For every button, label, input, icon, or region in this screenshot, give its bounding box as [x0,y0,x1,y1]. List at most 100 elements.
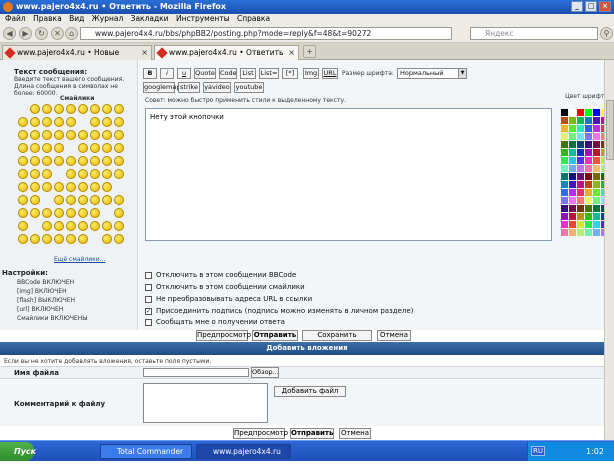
smiley-icon[interactable] [90,182,100,192]
smiley-icon[interactable] [42,143,52,153]
color-swatch[interactable] [585,165,592,172]
smiley-icon[interactable] [90,130,100,140]
color-swatch[interactable] [577,229,584,236]
color-swatch[interactable] [569,125,576,132]
smiley-icon[interactable] [114,143,124,153]
smiley-icon[interactable] [54,221,64,231]
cancel-button-2[interactable]: Отмена [339,428,371,439]
color-swatch[interactable] [569,141,576,148]
maximize-button[interactable]: □ [585,1,597,12]
list-ordered-button[interactable]: List= [259,68,279,79]
fontsize-select[interactable]: Нормальный ▼ [397,68,467,79]
back-icon[interactable]: ◀ [3,27,16,40]
smiley-icon[interactable] [54,208,64,218]
cancel-button[interactable]: Отмена [377,330,411,341]
color-swatch[interactable] [569,197,576,204]
smiley-icon[interactable] [30,143,40,153]
scrollbar-thumb[interactable] [606,100,614,160]
smiley-icon[interactable] [102,169,112,179]
color-swatch[interactable] [585,213,592,220]
smiley-icon[interactable] [114,169,124,179]
color-swatch[interactable] [577,173,584,180]
smiley-icon[interactable] [66,208,76,218]
color-swatch[interactable] [577,197,584,204]
smiley-icon[interactable] [90,143,100,153]
smiley-icon[interactable] [78,104,88,114]
smiley-icon[interactable] [66,130,76,140]
smiley-icon[interactable] [90,195,100,205]
color-swatch[interactable] [577,133,584,140]
color-swatch[interactable] [569,149,576,156]
color-swatch[interactable] [569,165,576,172]
color-swatch[interactable] [577,141,584,148]
color-swatch[interactable] [585,189,592,196]
preview-button-2[interactable]: Предпросмотр [233,428,288,439]
smiley-icon[interactable] [114,156,124,166]
smiley-icon[interactable] [66,169,76,179]
color-swatch[interactable] [569,157,576,164]
color-swatch[interactable] [561,117,568,124]
color-swatch[interactable] [593,125,600,132]
start-button[interactable]: Пуск [0,442,36,461]
smiley-icon[interactable] [42,130,52,140]
new-tab-icon[interactable]: + [303,45,316,58]
add-file-button[interactable]: Добавить файл [274,386,346,397]
smiley-icon[interactable] [30,208,40,218]
color-swatch[interactable] [585,181,592,188]
tab-close-icon[interactable]: × [288,46,295,59]
smiley-icon[interactable] [78,182,88,192]
smiley-icon[interactable] [114,221,124,231]
smiley-icon[interactable] [18,117,28,127]
color-swatch[interactable] [585,197,592,204]
color-swatch[interactable] [577,213,584,220]
preview-button[interactable]: Предпросмотр [196,330,251,341]
color-swatch[interactable] [593,221,600,228]
menu-help[interactable]: Справка [237,14,270,24]
smiley-icon[interactable] [90,104,100,114]
smiley-icon[interactable] [114,117,124,127]
smiley-icon[interactable] [18,130,28,140]
smiley-icon[interactable] [90,169,100,179]
smiley-icon[interactable] [54,195,64,205]
smiley-icon[interactable] [42,156,52,166]
smiley-icon[interactable] [30,104,40,114]
smiley-icon[interactable] [30,156,40,166]
color-swatch[interactable] [569,109,576,116]
smiley-icon[interactable] [18,156,28,166]
smiley-icon[interactable] [102,195,112,205]
color-swatch[interactable] [585,221,592,228]
list-item-button[interactable]: [*] [282,68,298,79]
color-swatch[interactable] [593,229,600,236]
smiley-icon[interactable] [78,156,88,166]
color-swatch[interactable] [561,157,568,164]
smiley-icon[interactable] [42,234,52,244]
color-swatch[interactable] [569,133,576,140]
img-button[interactable]: Img [303,68,319,79]
browse-button[interactable]: Обзор... [251,367,279,378]
color-swatch[interactable] [569,181,576,188]
smiley-icon[interactable] [114,130,124,140]
color-swatch[interactable] [577,189,584,196]
color-swatch[interactable] [577,109,584,116]
color-swatch[interactable] [577,125,584,132]
color-swatch[interactable] [569,213,576,220]
color-swatch[interactable] [577,221,584,228]
smiley-icon[interactable] [90,156,100,166]
submit-button-2[interactable]: Отправить [290,428,334,439]
color-swatch[interactable] [593,181,600,188]
italic-button[interactable]: i [160,68,174,79]
code-button[interactable]: Code [219,68,237,79]
disable-smilies-checkbox[interactable] [145,284,152,291]
smiley-icon[interactable] [66,195,76,205]
smiley-icon[interactable] [66,234,76,244]
page-scrollbar[interactable] [604,60,614,440]
menu-bookmarks[interactable]: Закладки [131,14,169,24]
color-swatch[interactable] [561,221,568,228]
smiley-icon[interactable] [18,182,28,192]
smiley-icon[interactable] [78,195,88,205]
language-indicator[interactable]: RU [531,446,545,456]
color-swatch[interactable] [593,165,600,172]
smiley-icon[interactable] [54,156,64,166]
smiley-icon[interactable] [66,104,76,114]
color-swatch[interactable] [585,173,592,180]
